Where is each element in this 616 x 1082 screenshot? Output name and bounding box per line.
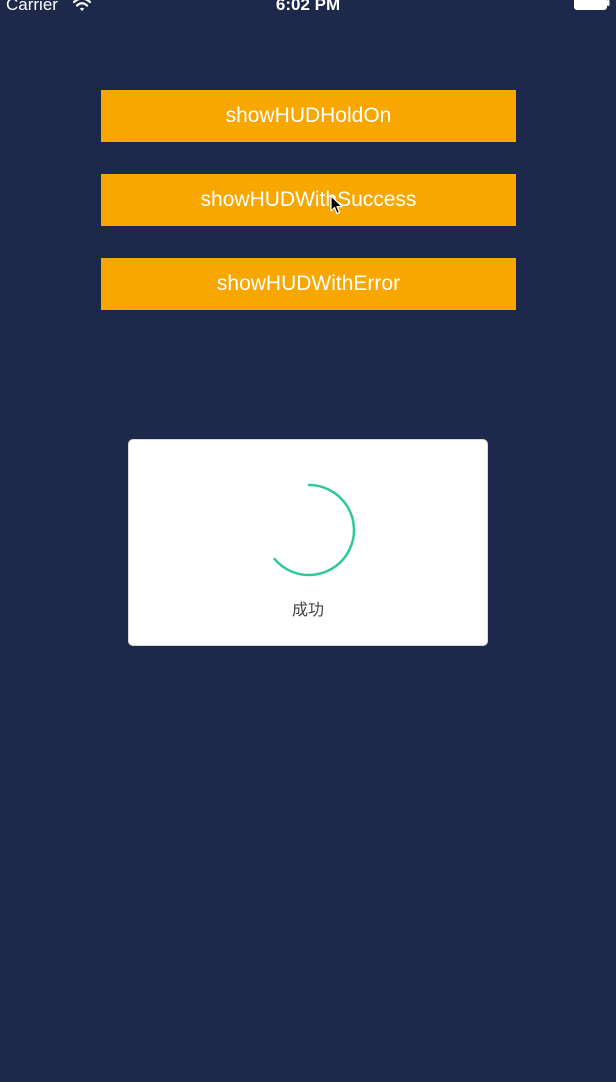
hud-message: 成功 xyxy=(291,600,324,619)
battery-icon xyxy=(574,0,610,10)
status-time: 6:02 PM xyxy=(275,0,341,14)
hud-dialog: 成功 xyxy=(128,439,488,646)
mouse-cursor-icon xyxy=(330,195,343,215)
show-hud-with-success-button[interactable]: showHUDWithSuccess xyxy=(101,174,516,226)
show-hud-with-error-button[interactable]: showHUDWithError xyxy=(101,258,516,310)
spinner-icon xyxy=(273,483,356,577)
status-bar: Carrier 6:02 PM xyxy=(0,0,616,18)
show-hud-hold-on-button[interactable]: showHUDHoldOn xyxy=(101,90,516,142)
